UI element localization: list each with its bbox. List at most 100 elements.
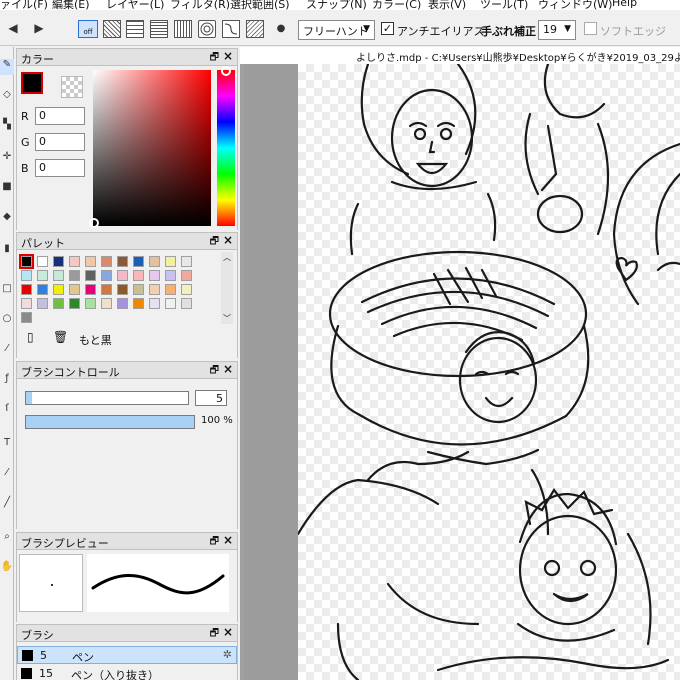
palette-swatch[interactable] (149, 256, 160, 267)
color-picker-handle[interactable] (89, 218, 99, 228)
drawing-canvas[interactable] (298, 64, 680, 680)
pattern-hatch-button[interactable] (246, 20, 264, 38)
palette-swatch[interactable] (181, 270, 192, 281)
palette-swatch[interactable] (53, 270, 64, 281)
palette-swatch[interactable] (37, 298, 48, 309)
palette-swatch[interactable] (133, 284, 144, 295)
fill-tool-icon[interactable]: ■ (0, 181, 14, 197)
brush-opacity-slider[interactable] (25, 415, 195, 429)
hue-slider[interactable] (217, 70, 235, 226)
palette-swatch[interactable] (101, 270, 112, 281)
palette-swatch[interactable] (37, 284, 48, 295)
palette-swatch[interactable] (69, 270, 80, 281)
float-icon[interactable]: 🗗 (210, 534, 219, 551)
close-icon[interactable]: × (223, 362, 233, 376)
brush-item[interactable]: 5 ペン ✲ (17, 646, 237, 664)
palette-scrollbar[interactable]: ︿ ﹀ (221, 252, 233, 324)
palette-swatch[interactable] (69, 284, 80, 295)
palette-swatch[interactable] (37, 256, 48, 267)
chevron-up-icon[interactable]: ︿ (221, 252, 233, 263)
menu-window[interactable]: ウィンドウ(W) (538, 0, 612, 10)
hand-icon[interactable]: ✋ (0, 561, 14, 577)
pattern-off-button[interactable]: off (78, 20, 98, 38)
trash-icon[interactable]: 🗑 (53, 330, 68, 344)
undo-icon[interactable]: ◀ (2, 17, 24, 39)
palette-swatch[interactable] (69, 298, 80, 309)
float-icon[interactable]: 🗗 (210, 626, 219, 643)
g-input[interactable]: 0 (35, 133, 85, 151)
palette-swatch[interactable] (117, 284, 128, 295)
redo-icon[interactable]: ▶ (28, 17, 50, 39)
pattern-diagonal-button[interactable] (103, 20, 121, 38)
brush-size-slider[interactable] (25, 391, 189, 405)
palette-swatch[interactable] (117, 298, 128, 309)
float-icon[interactable]: 🗗 (210, 363, 219, 380)
pattern-curve-button[interactable] (222, 20, 240, 38)
lasso-icon[interactable]: ○ (0, 313, 14, 329)
new-palette-icon[interactable]: ▯ (27, 330, 34, 344)
palette-swatch[interactable] (181, 284, 192, 295)
palette-swatch[interactable] (21, 298, 32, 309)
palette-swatch[interactable] (133, 270, 144, 281)
palette-swatch[interactable] (21, 270, 32, 281)
zoom-icon[interactable]: ⌕ (0, 531, 14, 547)
pattern-circle-button[interactable] (198, 20, 216, 38)
palette-swatch[interactable] (85, 284, 96, 295)
palette-swatch[interactable] (133, 298, 144, 309)
gear-icon[interactable]: ✲ (223, 648, 232, 661)
foreground-color-swatch[interactable] (21, 72, 43, 94)
menu-view[interactable]: 表示(V) (428, 0, 466, 10)
menu-snap[interactable]: スナップ(N) (306, 0, 367, 10)
float-icon[interactable]: 🗗 (210, 234, 219, 251)
eraser-tool-icon[interactable]: ◇ (0, 89, 14, 105)
palette-swatch[interactable] (21, 312, 32, 323)
close-icon[interactable]: × (223, 625, 233, 639)
palette-swatch[interactable] (165, 256, 176, 267)
palette-swatch[interactable] (117, 270, 128, 281)
wand-icon[interactable]: ⁄ (0, 343, 14, 359)
antialias-checkbox[interactable]: ✓ (381, 22, 394, 35)
menu-color[interactable]: カラー(C) (372, 0, 421, 10)
palette-swatch[interactable] (165, 284, 176, 295)
palette-swatch[interactable] (101, 256, 112, 267)
brush-size-input[interactable]: 5 (195, 390, 227, 406)
palette-swatch[interactable] (101, 284, 112, 295)
brush-type-select[interactable]: フリーハンド ▼ (298, 20, 375, 40)
palette-swatch[interactable] (181, 298, 192, 309)
menu-file[interactable]: ァイル(F) (0, 0, 48, 10)
menu-select[interactable]: 選択範囲(S) (230, 0, 290, 10)
palette-swatch[interactable] (53, 284, 64, 295)
palette-swatch[interactable] (149, 284, 160, 295)
palette-swatch[interactable] (53, 256, 64, 267)
palette-swatch[interactable] (21, 284, 32, 295)
palette-swatch[interactable] (149, 270, 160, 281)
close-icon[interactable]: × (223, 533, 233, 547)
stabilizer-select[interactable]: 19 ▼ (538, 20, 576, 40)
palette-swatch[interactable] (117, 256, 128, 267)
palette-swatch[interactable] (165, 298, 176, 309)
saturation-value-picker[interactable] (93, 70, 211, 226)
gradient-tool-icon[interactable]: ▮ (0, 243, 14, 259)
hue-handle[interactable] (221, 66, 231, 76)
dropper-icon[interactable]: ⁄ (0, 467, 14, 483)
palette-swatch[interactable] (181, 256, 192, 267)
move-tool-icon[interactable]: ✛ (0, 151, 14, 167)
menu-layer[interactable]: レイヤー(L) (106, 0, 164, 10)
palette-swatch[interactable] (37, 270, 48, 281)
pencil-icon[interactable]: ╱ (0, 497, 14, 513)
soft-edge-checkbox[interactable] (584, 22, 597, 35)
brush-tool-icon[interactable]: ƒ (0, 373, 14, 389)
menu-help[interactable]: Help (612, 0, 637, 9)
b-input[interactable]: 0 (35, 159, 85, 177)
chevron-down-icon[interactable]: ﹀ (221, 313, 233, 324)
palette-swatch[interactable] (85, 270, 96, 281)
palette-swatch[interactable] (149, 298, 160, 309)
brush-item[interactable]: 15 ペン（入り抜き） (17, 665, 237, 680)
palette-swatch[interactable] (69, 256, 80, 267)
palette-swatch[interactable] (133, 256, 144, 267)
dot-brush-icon[interactable]: ● (270, 17, 292, 39)
transparent-color-swatch[interactable] (61, 76, 83, 98)
airbrush-icon[interactable]: ſ (0, 403, 14, 419)
pattern-horizontal-button[interactable] (150, 20, 168, 38)
pattern-grid-button[interactable] (126, 20, 144, 38)
